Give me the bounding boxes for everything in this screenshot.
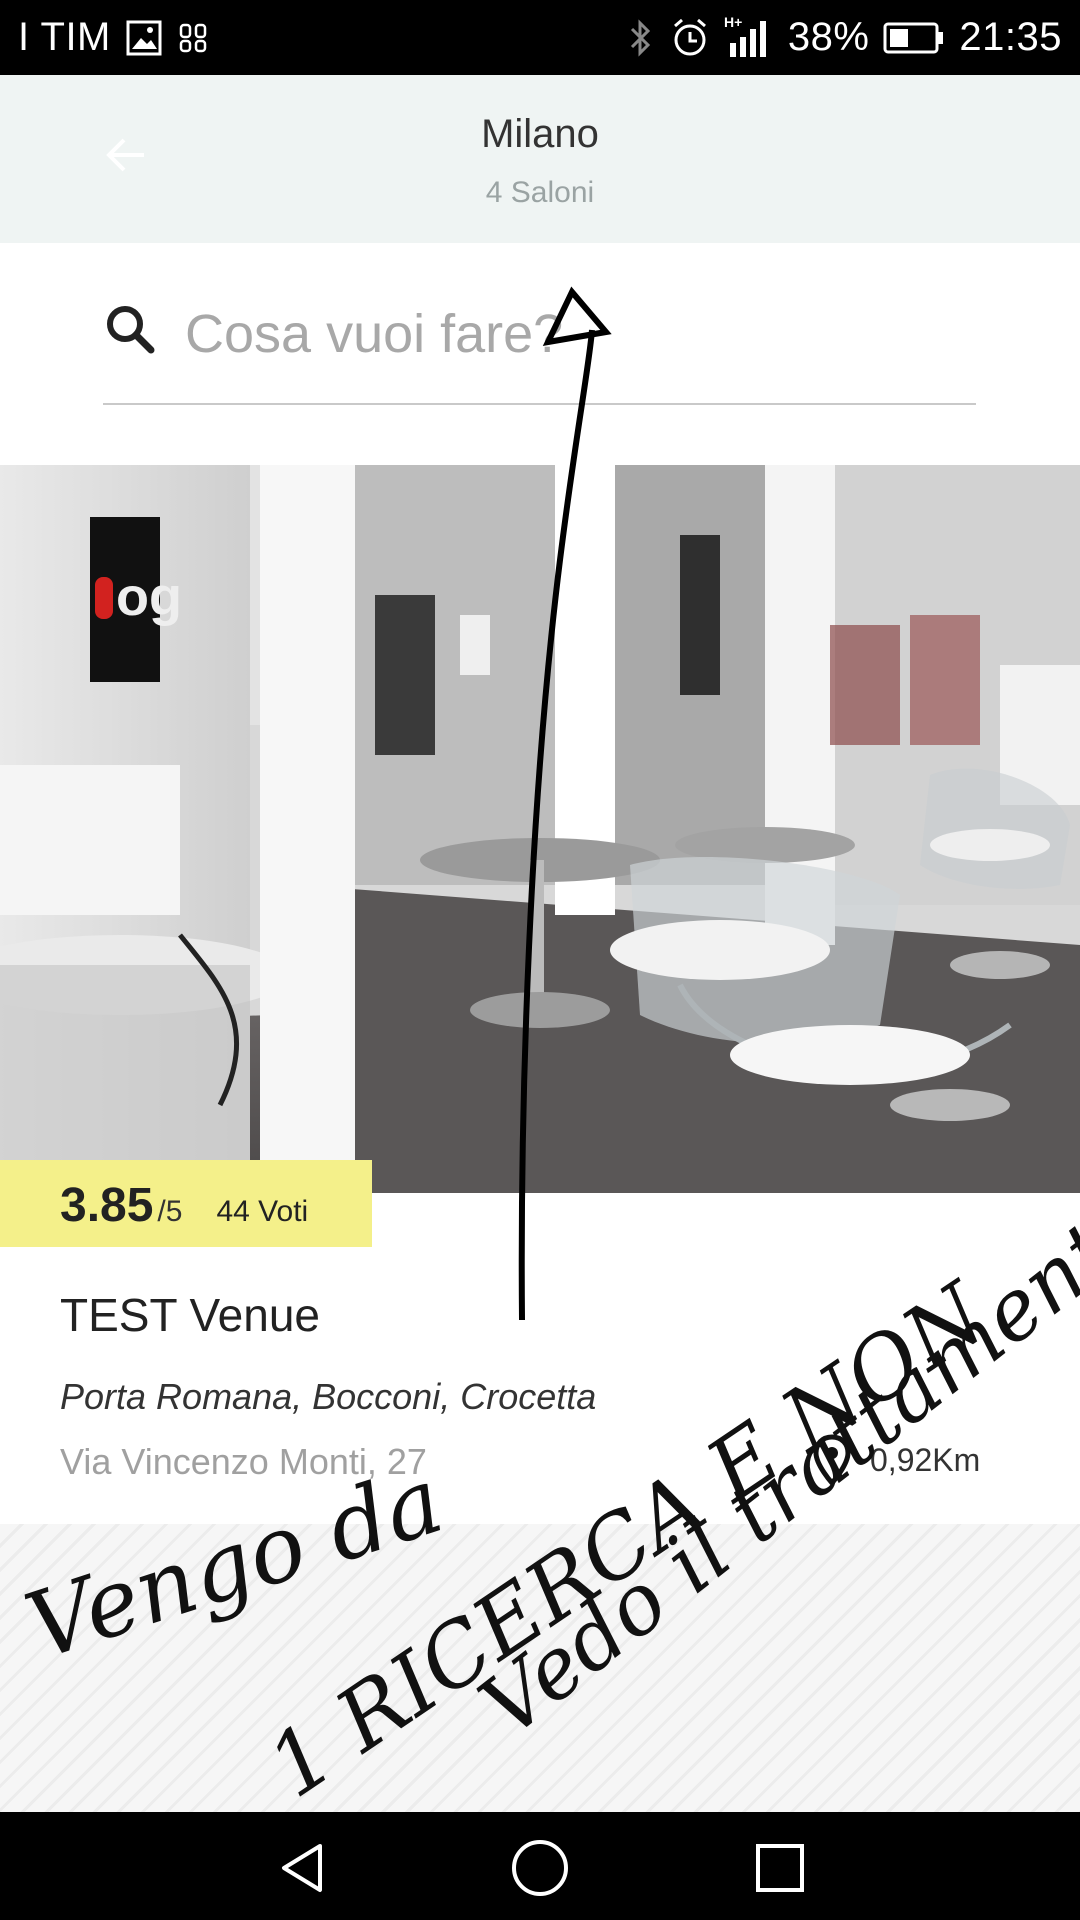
battery-percent: 38%: [787, 15, 870, 59]
rating-badge: 3.85 /5 44 Voti: [0, 1160, 372, 1247]
carrier-label: I TIM: [18, 15, 111, 59]
bluetooth-icon: [626, 17, 656, 59]
location-pin-icon: [813, 1434, 851, 1487]
recents-square-icon: [756, 1844, 804, 1892]
home-circle-icon: [512, 1840, 568, 1896]
signal-icon: H+: [724, 13, 774, 63]
status-bar: I TIM H+ 38% 21:35: [0, 0, 1080, 75]
navigation-bar: [0, 1812, 1080, 1920]
nav-home-button[interactable]: [508, 1836, 572, 1900]
image-icon: [125, 19, 163, 57]
search-bar: [103, 280, 976, 405]
back-triangle-icon: [282, 1844, 322, 1892]
alarm-icon: [670, 17, 710, 59]
clock: 21:35: [959, 15, 1062, 59]
distance-value: 0,92Km: [870, 1441, 981, 1478]
venue-address: Via Vincenzo Monti, 27: [60, 1441, 427, 1482]
search-icon[interactable]: [103, 302, 159, 358]
venue-photo[interactable]: og: [0, 465, 1080, 1193]
nav-recents-button[interactable]: [748, 1836, 812, 1900]
search-input[interactable]: [183, 292, 947, 376]
page-title: Milano: [481, 112, 599, 156]
venue-area: Porta Romana, Bocconi, Crocetta: [60, 1376, 597, 1417]
notification-icon: [177, 19, 211, 57]
header-bar: Milano 4 Saloni: [0, 75, 1080, 243]
rating-scale: /5: [157, 1195, 183, 1228]
next-card-placeholder: [0, 1524, 1080, 1812]
nav-back-button[interactable]: [270, 1836, 334, 1900]
network-label: H+: [724, 14, 742, 30]
battery-icon: [883, 20, 945, 56]
salon-logo: og: [116, 567, 182, 627]
salon-count: 4 Saloni: [485, 176, 595, 209]
venue-distance: 0,92Km: [812, 1432, 980, 1488]
rating-votes: 44 Voti: [216, 1195, 309, 1228]
venue-name[interactable]: TEST Venue: [60, 1288, 320, 1342]
rating-value: 3.85: [60, 1179, 154, 1232]
